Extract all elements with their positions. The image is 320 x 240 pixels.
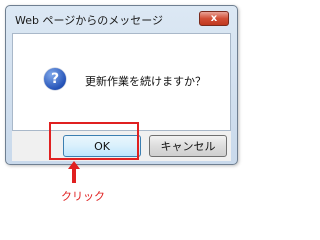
ok-button-highlight: [49, 122, 139, 160]
dialog-title: Web ページからのメッセージ: [15, 14, 164, 27]
cancel-button[interactable]: キャンセル: [149, 135, 227, 157]
close-icon: x: [210, 13, 218, 24]
click-annotation-label: クリック: [61, 190, 105, 203]
dialog-message: 更新作業を続けますか？: [85, 75, 206, 88]
cancel-button-label: キャンセル: [160, 140, 216, 153]
arrow-up-icon: [68, 161, 80, 183]
question-icon: ?: [44, 68, 66, 90]
close-button[interactable]: x: [199, 11, 229, 26]
dialog-content: ? 更新作業を続けますか？: [12, 33, 231, 131]
dialog-titlebar[interactable]: Web ページからのメッセージ x: [6, 6, 237, 32]
